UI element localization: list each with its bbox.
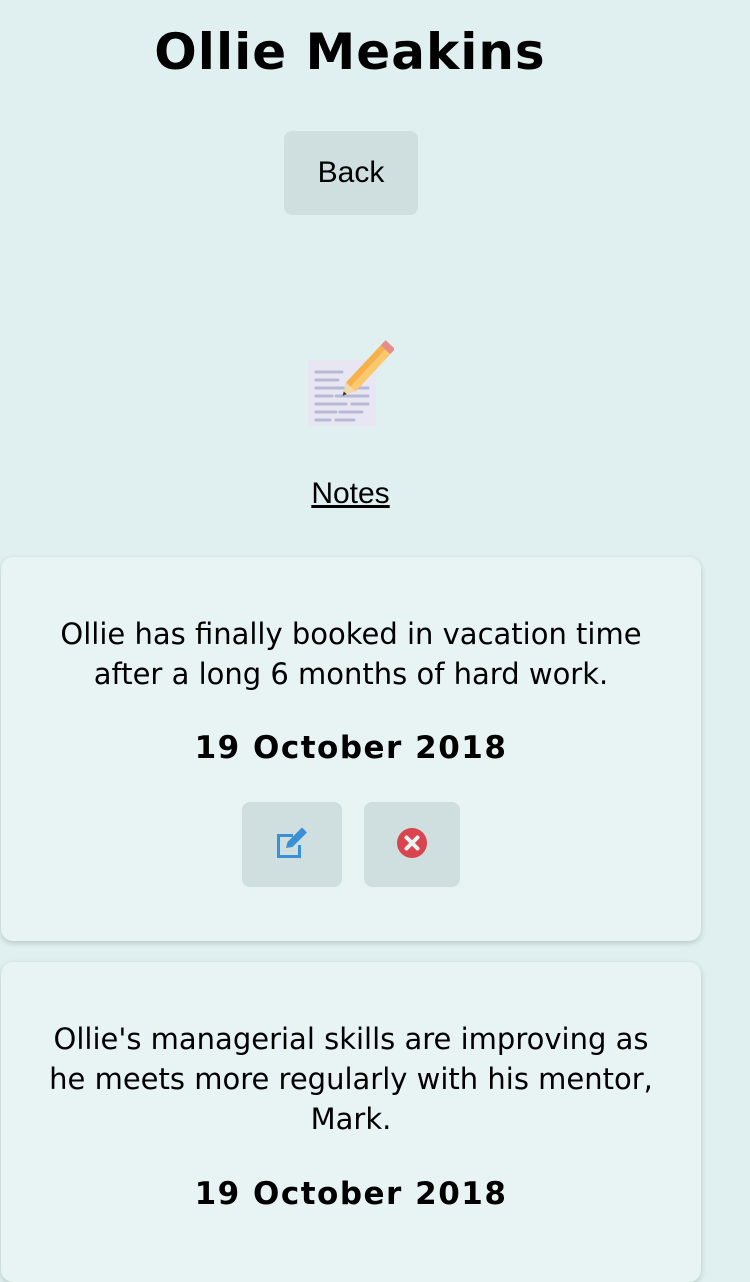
edit-icon [273,826,311,864]
page-title: Ollie Meakins [154,23,546,81]
back-button[interactable]: Back [284,131,418,215]
delete-icon [395,826,429,864]
notes-link[interactable]: Notes [311,477,389,510]
note-date: 19 October 2018 [194,1176,508,1212]
notes-icon [302,340,396,432]
note-date: 19 October 2018 [194,730,508,766]
edit-note-button[interactable] [242,802,342,887]
note-text: Ollie has finally booked in vacation tim… [60,617,642,691]
note-text: Ollie's managerial skills are improving … [49,1022,653,1136]
notes-link-row: Notes [0,476,701,512]
delete-note-button[interactable] [364,802,460,887]
note-card: Ollie's managerial skills are improving … [1,962,701,1282]
note-card: Ollie has finally booked in vacation tim… [1,557,701,941]
